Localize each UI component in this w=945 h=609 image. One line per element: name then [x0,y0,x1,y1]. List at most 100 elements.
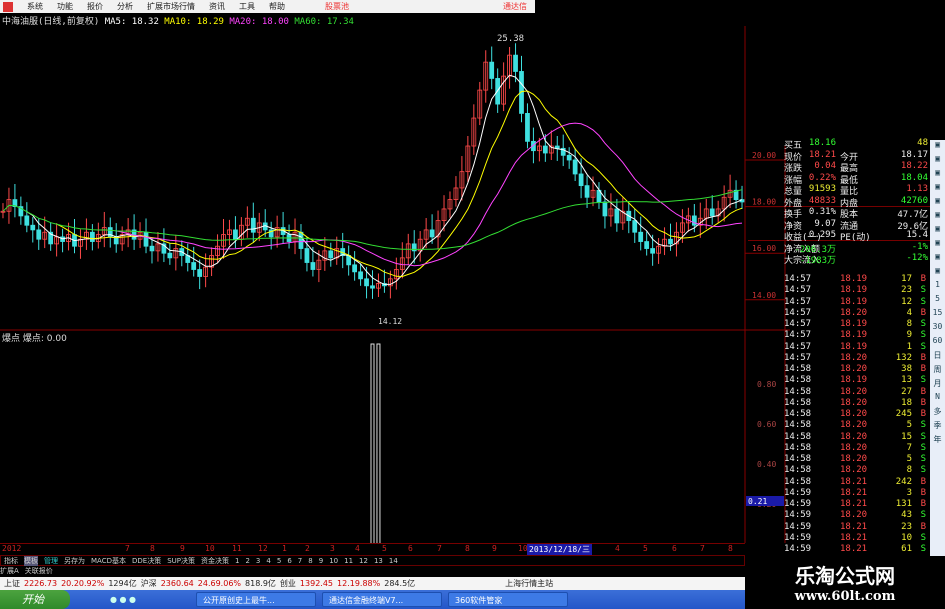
brand-label: 通达信 [503,2,527,11]
quote-cell: 0.31% [808,207,836,217]
toolbar-icon[interactable]: ▣ [930,252,945,266]
trade-price: 18.20 [840,442,868,453]
trade-side: S [920,285,926,296]
indicator-tab[interactable]: 1 [235,557,239,565]
indicator-tab[interactable]: 模板 [24,555,38,566]
trade-time: 14:58 [784,431,812,442]
trade-time: 14:58 [784,409,812,419]
menu-item[interactable]: 扩展市场行情 [147,1,195,12]
indicator-tab[interactable]: 3 [256,557,260,565]
indicator-tab[interactable]: 9 [319,557,323,565]
indicator-tab[interactable]: 4 [266,557,270,565]
indicator-tab[interactable]: 8 [308,557,312,565]
date-label: 12 [258,544,268,553]
trade-volume: 23 [901,285,912,296]
indicator-tab[interactable]: SUP决策 [167,556,195,566]
quick-launch-icons: ● ● ● [110,595,137,604]
trade-volume: 4 [906,307,912,318]
server-label[interactable]: 上海行情主站 [505,578,553,589]
kline-chart[interactable]: 25.3814.1220.0018.0016.0014.00爆点 爆点: 0.0… [0,26,790,543]
toolbar-icon[interactable]: ▣ [930,266,945,280]
candle-body [632,220,638,233]
period-button[interactable]: 1 [930,280,945,294]
trade-price: 18.20 [840,386,868,397]
candle-body [298,231,304,249]
period-button[interactable]: 年 [930,434,945,448]
toolbar-icon[interactable]: ▣ [930,154,945,168]
menu-item-stock-pool[interactable]: 股票池 [325,1,349,12]
period-button[interactable]: 60 [930,336,945,350]
trade-time: 14:57 [784,296,812,307]
indicator-tab[interactable]: 5 [277,557,281,565]
toolbar-icon[interactable]: ▣ [930,168,945,182]
trade-volume: 242 [895,476,912,487]
indicator-tab[interactable]: 6 [287,557,291,565]
indicator-tab[interactable]: 10 [329,557,338,565]
taskbar-task[interactable]: 360软件管家 [448,592,568,607]
candle-body [638,231,644,242]
indicator-tab[interactable]: 指标 [4,556,18,566]
indicator-tab[interactable]: 另存为 [64,556,85,566]
indicator-tab[interactable]: DDE决策 [132,556,161,566]
period-button[interactable]: 多 [930,406,945,420]
period-button[interactable]: 季 [930,420,945,434]
taskbar-task[interactable]: 通达信金融终端V7... [322,592,442,607]
date-label: 7 [125,544,130,553]
trade-volume: 5 [906,420,912,431]
period-button[interactable]: 周 [930,364,945,378]
trade-side: B [920,274,926,284]
menu-item[interactable]: 分析 [117,1,133,12]
trade-volume: 23 [901,521,912,532]
period-button[interactable]: N [930,392,945,406]
trade-side: S [920,510,926,521]
indicator-tab[interactable]: 12 [359,557,368,565]
start-button[interactable]: 开始 [0,590,70,609]
menu-item[interactable]: 报价 [87,1,103,12]
indicator-tab[interactable]: 资金决策 [201,556,229,566]
period-button[interactable]: 5 [930,294,945,308]
menu-item[interactable]: 工具 [239,1,255,12]
indicator-title: 爆点 爆点: 0.00 [2,332,67,344]
date-label: 5 [382,544,387,553]
quote-cell: 1.13 [906,184,928,194]
toolbar-icon[interactable]: ▣ [930,210,945,224]
extension-tab[interactable]: 关联报价 [25,567,53,575]
indicator-tabs: 指标 模板 管理 另存为 MACD基本 DDE决策 SUP决策 资金决策 1 2 3 4 5 6 7 8 9 10… [0,555,745,566]
trade-price: 18.19 [840,341,868,352]
trade-price: 18.19 [840,296,868,307]
indicator-tab[interactable]: MACD基本 [91,556,126,566]
indicator-tab[interactable]: 13 [374,557,383,565]
trade-price: 18.20 [840,397,868,408]
trade-row: 14:57 18.19 9 S [748,330,930,341]
trade-side: B [920,409,926,419]
trade-side: S [920,420,926,431]
quote-cell: 42760 [900,195,928,206]
indicator-tab[interactable]: 7 [298,557,302,565]
toolbar-icon[interactable]: ▣ [930,238,945,252]
trade-volume: 245 [895,409,912,419]
toolbar-icon[interactable]: ▣ [930,140,945,154]
trade-row: 14:58 18.20 38 B [748,364,930,375]
toolbar-icon[interactable]: ▣ [930,196,945,210]
menu-item[interactable]: 功能 [57,1,73,12]
extension-tab[interactable]: 扩展A [0,567,19,575]
quote-row: 净流入额 -206.3万 -1% [748,242,930,255]
indicator-tab[interactable]: 11 [344,557,353,565]
date-label: 4 [355,544,360,553]
watermark: 乐淘公式网 www.60lt.com [745,556,945,609]
indicator-tab[interactable]: 14 [389,557,398,565]
indicator-tab[interactable]: 管理 [44,556,58,566]
quote-row: 大宗流入 -1983万 -12% [748,253,930,266]
menu-item[interactable]: 系统 [27,1,43,12]
toolbar-icon[interactable]: ▣ [930,224,945,238]
period-button[interactable]: 15 [930,308,945,322]
period-button[interactable]: 月 [930,378,945,392]
candle-body [644,241,650,249]
taskbar-task[interactable]: 公开原创史上最牛... [196,592,316,607]
toolbar-icon[interactable]: ▣ [930,182,945,196]
indicator-tab[interactable]: 2 [245,557,249,565]
period-button[interactable]: 日 [930,350,945,364]
period-button[interactable]: 30 [930,322,945,336]
menu-item[interactable]: 资讯 [209,1,225,12]
menu-item[interactable]: 帮助 [269,1,285,12]
